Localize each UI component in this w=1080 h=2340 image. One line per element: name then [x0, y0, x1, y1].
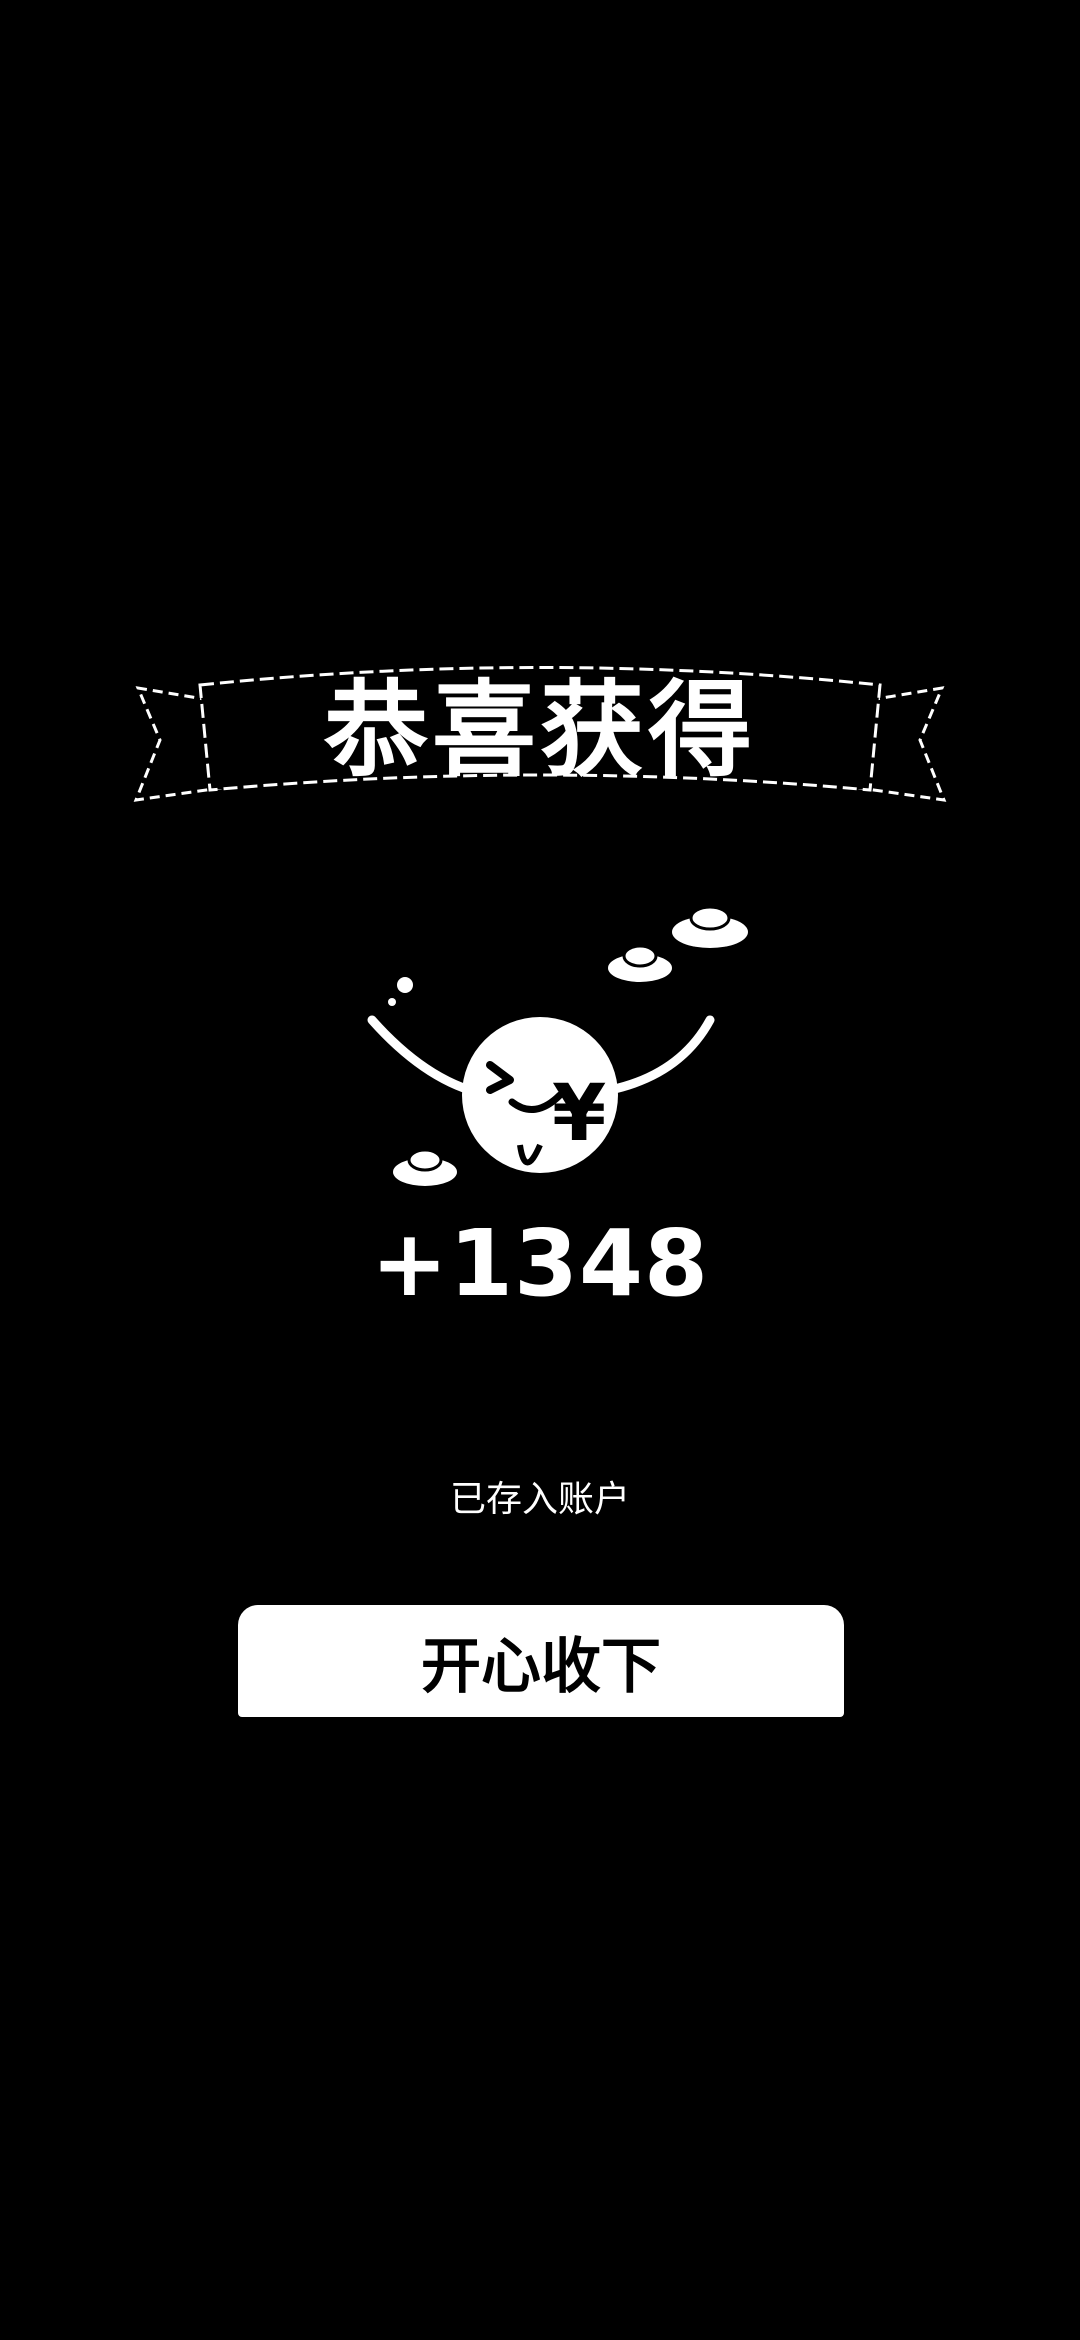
dialog-title: 恭喜获得: [323, 668, 756, 791]
title-banner: 恭喜获得: [130, 640, 950, 810]
gold-ingot-icon: [393, 1148, 457, 1186]
gold-ingot-icon: [608, 944, 672, 982]
money-face-mascot-icon: ¥: [360, 890, 800, 1210]
reward-amount: +1348: [370, 1210, 710, 1317]
accept-reward-button[interactable]: 开心收下: [238, 1605, 844, 1717]
deposited-status-text: 已存入账户: [449, 1479, 630, 1520]
gold-ingot-icon: [672, 905, 748, 948]
svg-text:¥: ¥: [552, 1069, 606, 1159]
